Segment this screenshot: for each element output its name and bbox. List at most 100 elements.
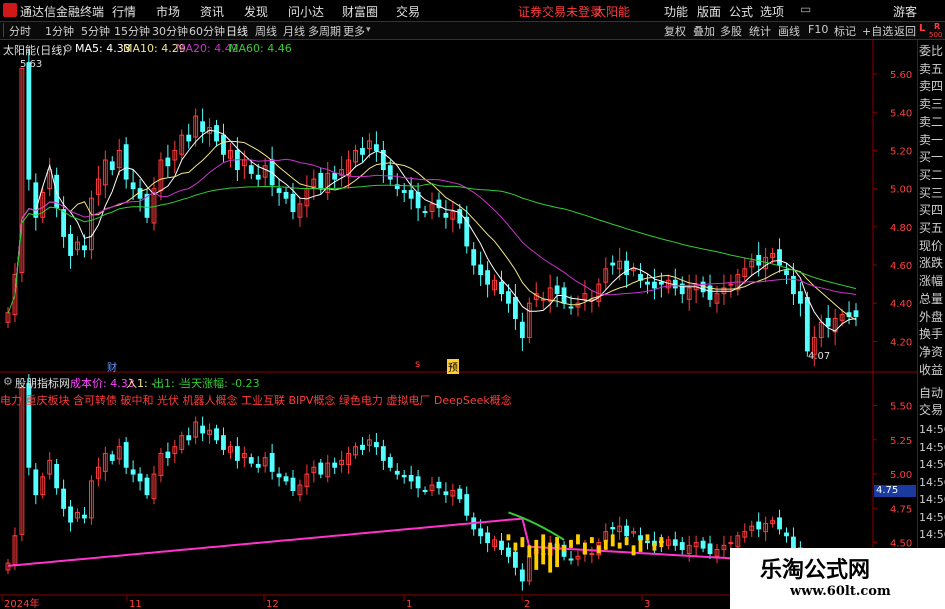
ma5-line	[14, 129, 857, 332]
ind-candle-body	[283, 476, 289, 482]
signal-bar	[638, 539, 643, 552]
ind-candle-body	[360, 444, 365, 450]
button-f10[interactable]: F10	[808, 23, 828, 36]
ind-candle-body	[186, 435, 192, 441]
candle-body	[109, 161, 115, 171]
button-fuquan[interactable]: 复权	[664, 23, 686, 39]
menu-shichang[interactable]: 市场	[156, 3, 180, 20]
app-title: 通达信金融终端	[20, 5, 105, 19]
panel-trade[interactable]: 交易	[919, 404, 943, 417]
panel-time: 14:56	[919, 510, 945, 524]
ind-candle-body	[672, 539, 678, 546]
candle-body	[568, 306, 574, 309]
indicator-settings-icon[interactable]: ⚙	[3, 375, 13, 388]
panel-l-label[interactable]: L	[919, 23, 925, 34]
ind-candle-body	[255, 463, 261, 468]
ind-candle-body	[130, 469, 136, 475]
tab-60min[interactable]: 60分钟	[189, 23, 225, 39]
guest-button[interactable]: 游客	[893, 3, 917, 20]
panel-item: 涨跌	[919, 256, 944, 271]
tab-30min[interactable]: 30分钟	[152, 23, 188, 39]
ind-candle-body	[221, 435, 226, 450]
menu-caifuquan[interactable]: 财富圈	[342, 3, 378, 20]
button-back[interactable]: 返回	[894, 23, 916, 39]
tab-more[interactable]: 更多	[343, 23, 365, 39]
settings-icon[interactable]: ⚙	[63, 42, 73, 55]
candle-body	[728, 283, 734, 286]
menu-hangqing[interactable]: 行情	[112, 3, 136, 20]
panel-r-label[interactable]: R	[934, 22, 940, 31]
candle-body	[485, 270, 491, 285]
marker-yu[interactable]: 预	[447, 359, 459, 374]
candle-body	[645, 281, 650, 285]
candle-body	[200, 121, 206, 132]
ma60-label: MA60: 4.46	[229, 42, 292, 55]
button-huaxian[interactable]: 画线	[778, 23, 800, 39]
cost-price-label: 成本价: 4.33	[70, 377, 135, 390]
panel-time: 14:56	[919, 493, 945, 506]
signal-bar	[603, 539, 608, 550]
tab-weekly[interactable]: 周线	[255, 23, 277, 39]
candle-body	[373, 144, 379, 151]
signal-bar	[520, 537, 525, 548]
panel-time: 14:56	[919, 475, 945, 489]
tab-15min[interactable]: 15分钟	[114, 23, 150, 39]
ind-candle-body	[33, 469, 39, 496]
menu-gongneng[interactable]: 功能	[664, 3, 688, 20]
tab-daily[interactable]: 日线	[226, 23, 248, 39]
candles-group	[5, 49, 859, 367]
candle-body	[554, 285, 560, 295]
menu-xuanxiang[interactable]: 选项	[760, 3, 784, 20]
panel-500-label: 500	[929, 31, 943, 39]
panel-auto[interactable]: 自动	[919, 387, 943, 400]
button-tongji[interactable]: 统计	[749, 23, 771, 39]
signal-bar	[610, 534, 615, 547]
panel-item: 净资	[919, 344, 944, 359]
ind-candle-body	[589, 553, 595, 556]
menu-gongshi[interactable]: 公式	[729, 3, 753, 20]
tab-1min[interactable]: 1分钟	[45, 23, 74, 39]
ind-candle-body	[624, 525, 630, 537]
signal-bar	[506, 534, 511, 541]
panel-item: 买五	[919, 221, 944, 235]
candle-body	[332, 172, 338, 180]
menu-faxian[interactable]: 发现	[244, 3, 268, 20]
y-tick-label: 5.50	[890, 402, 912, 413]
kline-chart[interactable]: 5.60 5.40 5.20 5.00 4.80 4.60 4.40 4.20 5.50 5.25…	[0, 40, 917, 609]
candle-body	[137, 188, 143, 199]
candle-body	[624, 260, 630, 276]
ind-candle-body	[214, 428, 219, 441]
tab-fenshi[interactable]: 分时	[9, 23, 31, 39]
button-biaoji[interactable]: 标记	[834, 23, 856, 39]
menu-wenxiaoda[interactable]: 问小达	[288, 3, 324, 20]
window-controls-icon[interactable]: ▭	[800, 2, 811, 16]
panel-item: 现价	[919, 238, 944, 253]
ind-candle-body	[443, 491, 449, 496]
tab-5min[interactable]: 5分钟	[81, 23, 110, 39]
candle-body	[26, 62, 32, 180]
ind-candle-body	[123, 442, 129, 468]
menu-banmian[interactable]: 版面	[697, 3, 721, 20]
button-diejia[interactable]: 叠加	[693, 23, 715, 39]
trade-login-status[interactable]: 证券交易未登录	[518, 3, 602, 20]
candle-body	[283, 191, 289, 199]
candle-body	[610, 262, 616, 266]
signal-bar	[645, 534, 650, 541]
candle-body	[130, 182, 136, 190]
candle-body	[290, 193, 296, 213]
button-duogu[interactable]: 多股	[720, 23, 742, 39]
ind-candle-body	[610, 527, 616, 530]
ind-candle-body	[638, 535, 643, 541]
tab-monthly[interactable]: 月线	[283, 23, 305, 39]
menu-jiaoyi[interactable]: 交易	[396, 3, 420, 20]
marker-s[interactable]: s	[415, 359, 420, 370]
panel-item: 换手	[919, 327, 944, 342]
y-tick-label: 5.20	[890, 146, 912, 157]
button-add-watchlist[interactable]: +自选	[862, 23, 893, 39]
menu-zixun[interactable]: 资讯	[200, 3, 224, 20]
marker-cai[interactable]: 财	[107, 359, 117, 374]
tab-multi-period[interactable]: 多周期	[308, 23, 341, 39]
ind-candle-body	[248, 457, 254, 464]
more-dropdown-icon[interactable]: ▾	[366, 25, 371, 35]
ind-candle-body	[401, 474, 407, 478]
